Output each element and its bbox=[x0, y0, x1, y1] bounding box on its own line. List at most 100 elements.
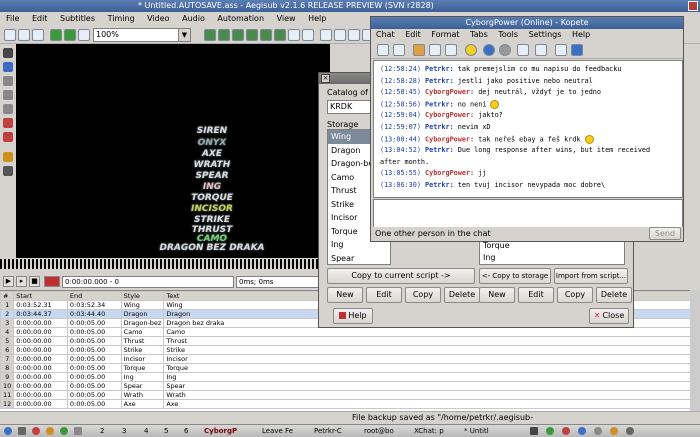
task-leave-feedback[interactable]: Leave Fe bbox=[262, 426, 306, 437]
tag-icon[interactable] bbox=[334, 29, 346, 41]
desktop-1-icon[interactable] bbox=[74, 427, 82, 435]
menu-chat[interactable]: Chat bbox=[376, 30, 395, 39]
current-new-button[interactable]: New bbox=[479, 287, 515, 303]
crosshair-icon[interactable] bbox=[3, 166, 13, 176]
spellcheck-icon[interactable] bbox=[535, 44, 547, 56]
back-icon[interactable] bbox=[483, 44, 495, 56]
desktop-2[interactable]: 2 bbox=[100, 426, 104, 437]
menu-help[interactable]: Help bbox=[572, 30, 590, 39]
terminal-icon[interactable] bbox=[18, 427, 26, 435]
grid-scrollbar[interactable] bbox=[690, 290, 700, 411]
battery-icon[interactable] bbox=[610, 427, 618, 435]
menu-automation[interactable]: Automation bbox=[217, 14, 264, 23]
col-number[interactable]: # bbox=[0, 291, 15, 301]
table-row[interactable]: 9 0:00:00.00 0:00:05.00 Ing Ing bbox=[0, 372, 700, 382]
chat-history[interactable]: (12:58:24) Petrkr: tak premejslim co mu … bbox=[373, 60, 683, 198]
table-row[interactable]: 7 0:00:00.00 0:00:05.00 Incisor Incisor bbox=[0, 354, 700, 364]
filemanager-icon[interactable] bbox=[46, 427, 54, 435]
task-xchat[interactable]: XChat: p bbox=[414, 426, 458, 437]
menu-tabs[interactable]: Tabs bbox=[470, 30, 488, 39]
storage-new-button[interactable]: New bbox=[327, 287, 363, 303]
col-end[interactable]: End bbox=[66, 291, 122, 301]
print-icon[interactable] bbox=[393, 44, 405, 56]
video-duration-box[interactable]: 0ms; 0ms bbox=[236, 276, 328, 288]
current-copy-button[interactable]: Copy bbox=[557, 287, 593, 303]
copy-icon[interactable] bbox=[429, 44, 441, 56]
list-item[interactable]: Ing bbox=[480, 252, 624, 264]
clip-icon[interactable] bbox=[3, 118, 13, 128]
storage-edit-button[interactable]: Edit bbox=[366, 287, 402, 303]
storage-copy-button[interactable]: Copy bbox=[405, 287, 441, 303]
play-icon[interactable]: ▶ bbox=[3, 276, 14, 287]
volume-icon[interactable] bbox=[578, 427, 586, 435]
attachments-icon[interactable] bbox=[274, 29, 286, 41]
menu-help[interactable]: Help bbox=[308, 14, 326, 23]
save-icon[interactable] bbox=[377, 44, 389, 56]
translate-icon[interactable] bbox=[302, 29, 314, 41]
resample-icon[interactable] bbox=[320, 29, 332, 41]
rotate-xy-icon[interactable] bbox=[3, 90, 13, 100]
snap-icon[interactable] bbox=[218, 29, 230, 41]
import-from-script-button[interactable]: Import from script... bbox=[554, 268, 628, 284]
list-item[interactable]: Spear bbox=[328, 252, 390, 265]
kmenu-icon[interactable] bbox=[4, 427, 12, 435]
help-button[interactable]: Help bbox=[333, 308, 373, 324]
task-aegisub[interactable]: * Untitl bbox=[464, 426, 508, 437]
save-icon[interactable] bbox=[32, 29, 44, 41]
menu-audio[interactable]: Audio bbox=[182, 14, 205, 23]
fonts-icon[interactable] bbox=[348, 29, 360, 41]
menu-file[interactable]: File bbox=[6, 14, 19, 23]
close-button[interactable]: ✕ Close bbox=[589, 308, 629, 324]
task-kopete[interactable]: CyborgP bbox=[204, 426, 252, 437]
clipboard-icon[interactable] bbox=[594, 427, 602, 435]
settings-icon[interactable] bbox=[571, 44, 583, 56]
pointer-icon[interactable] bbox=[3, 48, 13, 58]
browser-icon[interactable] bbox=[32, 427, 40, 435]
app-icon[interactable] bbox=[60, 427, 68, 435]
video-display[interactable]: SIREN ONYX AXE WRATH SPEAR ING TORQUE IN… bbox=[16, 44, 330, 258]
new-file-icon[interactable] bbox=[4, 29, 16, 41]
desktop-3[interactable]: 3 bbox=[122, 426, 126, 437]
desktop-6[interactable]: 6 bbox=[184, 426, 188, 437]
styles-icon[interactable] bbox=[246, 29, 258, 41]
send-button[interactable]: Send bbox=[649, 227, 681, 240]
smiley-icon[interactable] bbox=[465, 44, 477, 56]
invite-icon[interactable] bbox=[555, 44, 567, 56]
play-icon[interactable] bbox=[50, 29, 62, 41]
close-icon[interactable]: × bbox=[321, 74, 330, 83]
table-row[interactable]: 4 0:00:00.00 0:00:05.00 Camo Camo bbox=[0, 327, 700, 337]
kopete-tray-icon[interactable] bbox=[562, 427, 570, 435]
close-icon[interactable] bbox=[688, 1, 698, 11]
clock-icon[interactable] bbox=[626, 427, 634, 435]
current-script-list[interactable]: Torque Ing bbox=[479, 239, 625, 265]
next-icon[interactable] bbox=[64, 29, 76, 41]
timing-icon[interactable] bbox=[204, 29, 216, 41]
table-row[interactable]: 8 0:00:00.00 0:00:05.00 Torque Torque bbox=[0, 363, 700, 373]
table-row[interactable]: 12 0:00:00.00 0:00:05.00 Axe Axe bbox=[0, 399, 700, 409]
menu-view[interactable]: View bbox=[277, 14, 296, 23]
network-icon[interactable] bbox=[546, 427, 554, 435]
forward-icon[interactable] bbox=[499, 44, 511, 56]
paste-icon[interactable] bbox=[445, 44, 457, 56]
copy-to-storage-button[interactable]: <- Copy to storage bbox=[479, 268, 551, 284]
tray-icon[interactable] bbox=[530, 427, 538, 435]
open-file-icon[interactable] bbox=[18, 29, 30, 41]
kopete-titlebar[interactable]: CyborgPower (Online) - Kopete bbox=[371, 17, 683, 29]
current-edit-button[interactable]: Edit bbox=[518, 287, 554, 303]
table-row[interactable]: 10 0:00:00.00 0:00:05.00 Spear Spear bbox=[0, 381, 700, 391]
copy-to-current-button[interactable]: Copy to current script -> bbox=[327, 268, 475, 284]
aegisub-titlebar[interactable]: * Untitled.AUTOSAVE.ass - Aegisub v2.1.6… bbox=[0, 0, 700, 12]
menu-edit[interactable]: Edit bbox=[405, 30, 421, 39]
menu-timing[interactable]: Timing bbox=[108, 14, 135, 23]
vector-clip-icon[interactable] bbox=[3, 132, 13, 142]
autoscroll-icon[interactable] bbox=[44, 276, 60, 287]
move-icon[interactable] bbox=[3, 62, 13, 72]
menu-edit[interactable]: Edit bbox=[32, 14, 48, 23]
storage-delete-button[interactable]: Delete bbox=[444, 287, 480, 303]
task-petrkr[interactable]: Petrkr-C bbox=[314, 426, 358, 437]
desktop-5[interactable]: 5 bbox=[164, 426, 168, 437]
stop-icon[interactable]: ■ bbox=[29, 276, 40, 287]
menu-format[interactable]: Format bbox=[431, 30, 459, 39]
chevron-down-icon[interactable]: ▼ bbox=[178, 29, 190, 41]
zoom-select[interactable]: 100% ▼ bbox=[93, 28, 191, 42]
